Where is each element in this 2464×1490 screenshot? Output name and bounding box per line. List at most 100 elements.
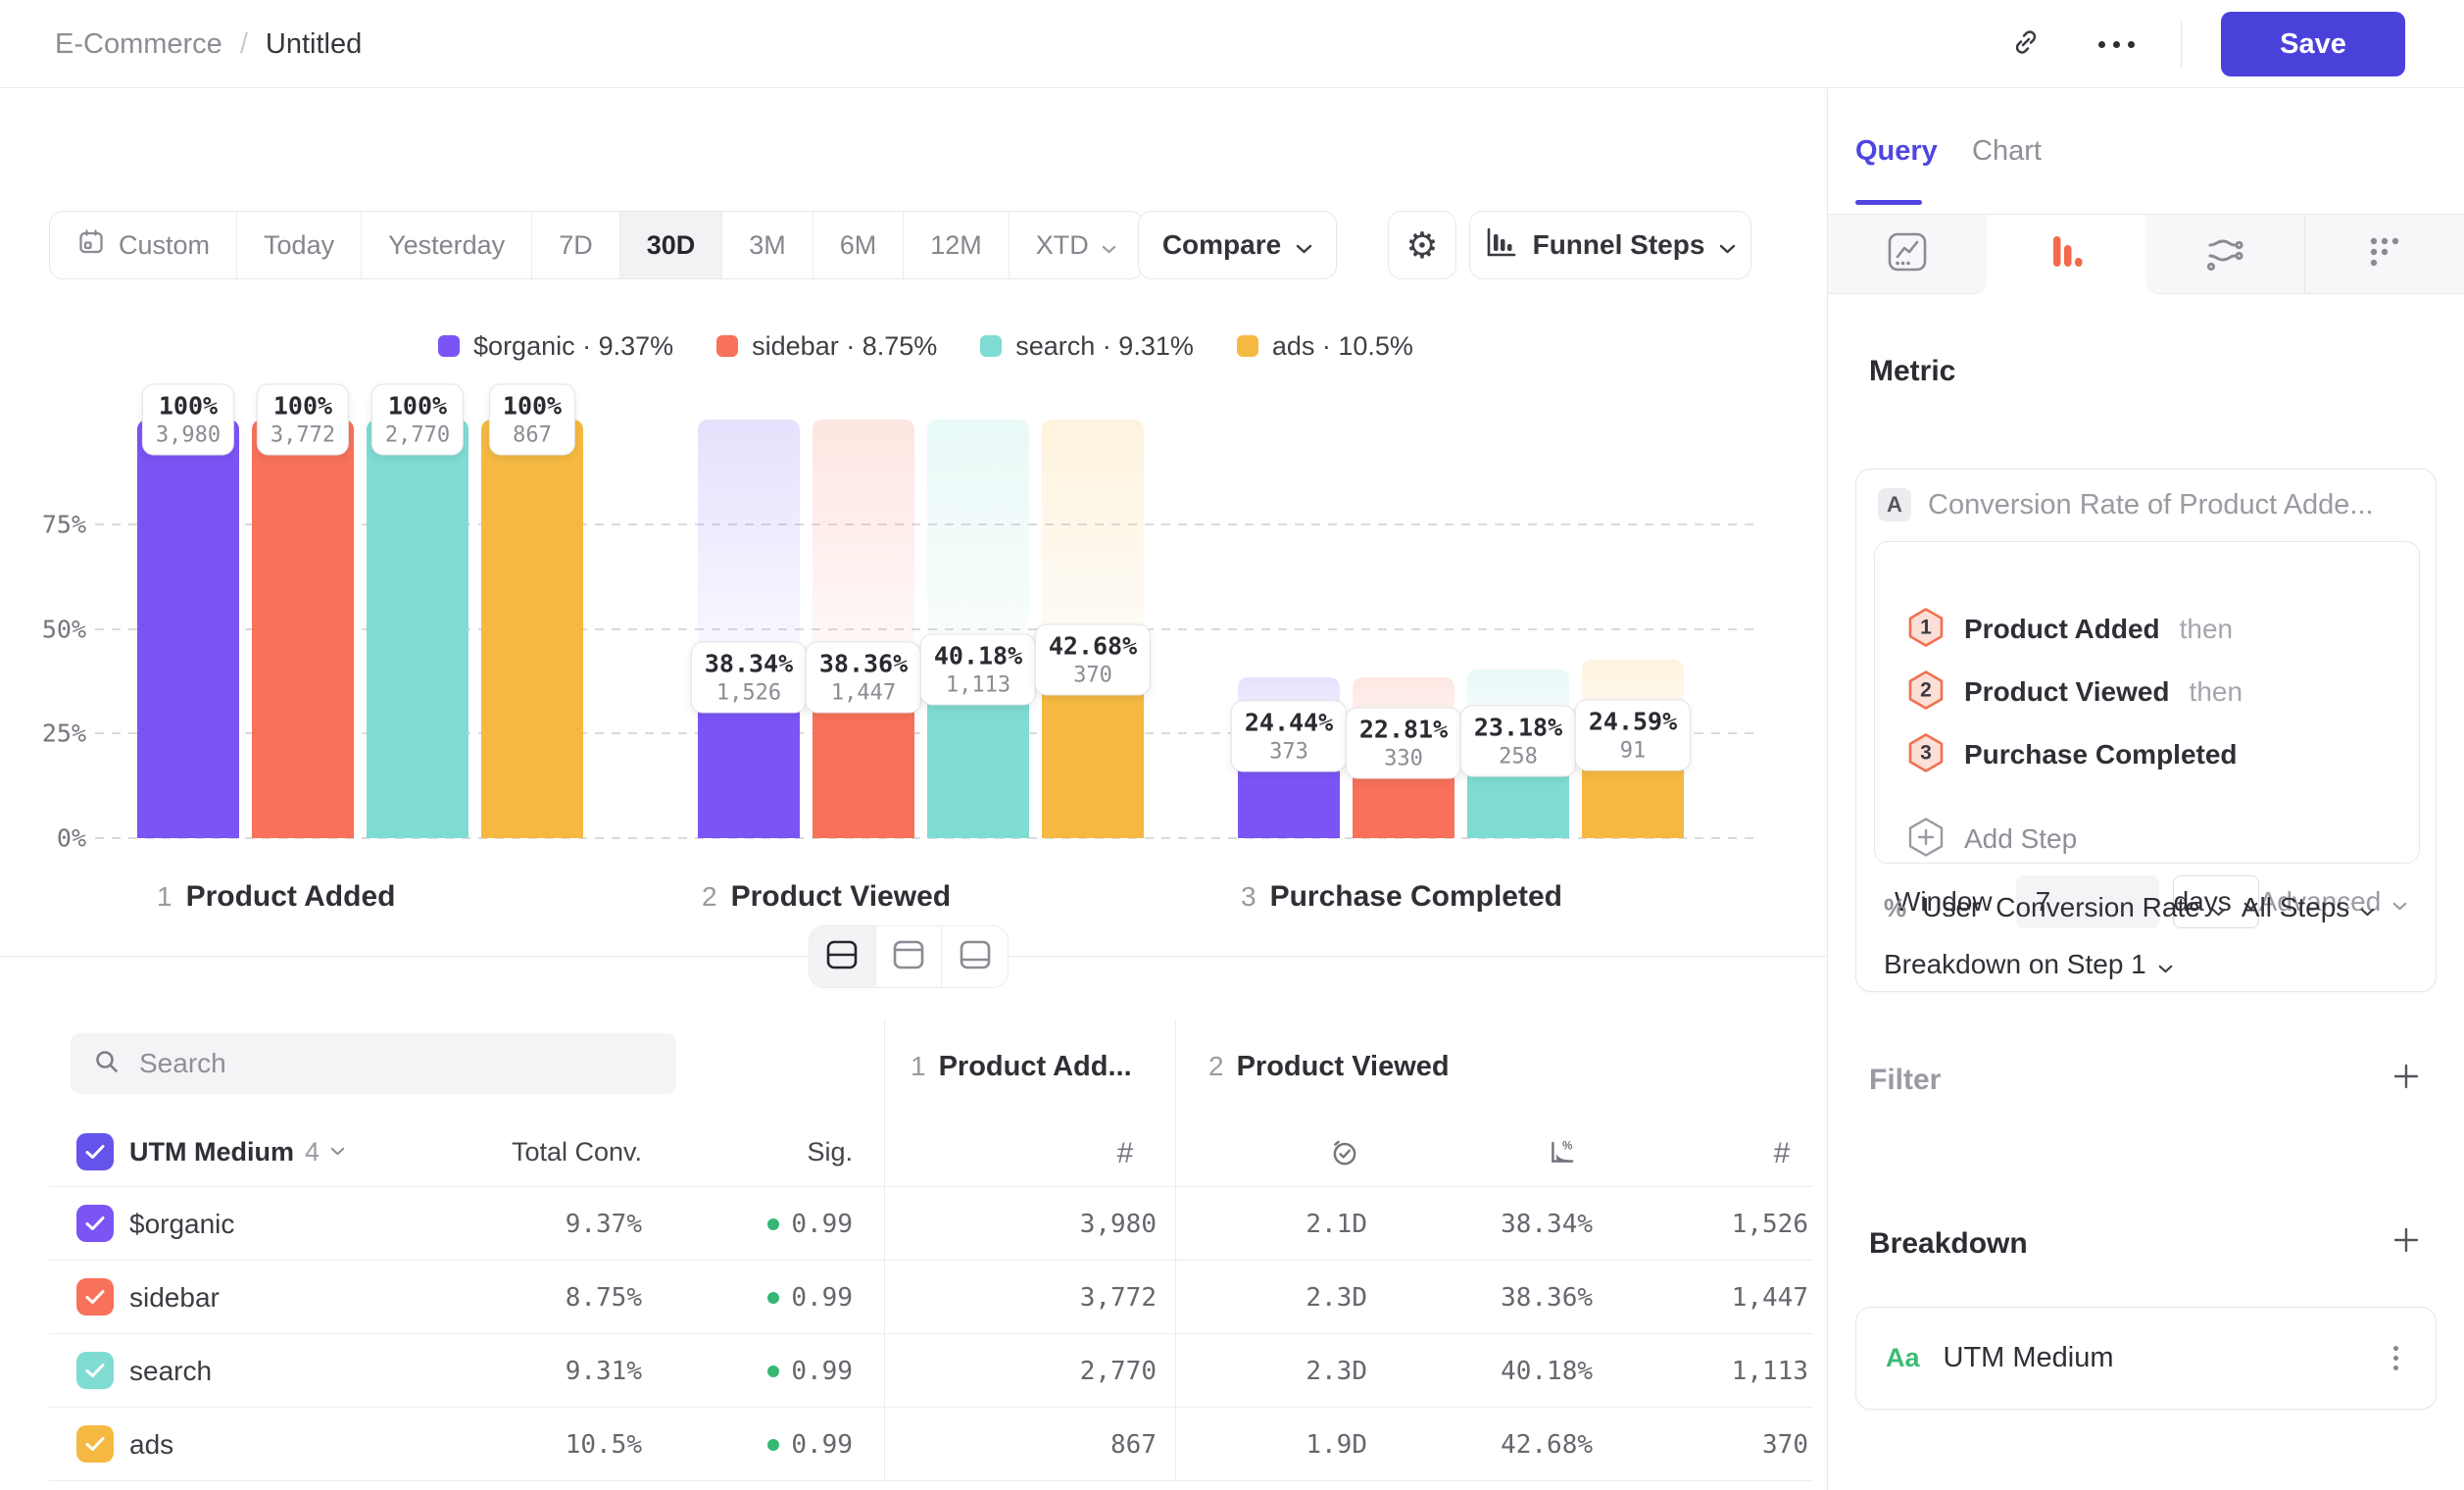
funnel-bar[interactable] bbox=[367, 420, 468, 838]
view-table-only-button[interactable] bbox=[941, 926, 1008, 987]
kebab-menu-icon[interactable] bbox=[2386, 1338, 2406, 1378]
date-range-label: Custom bbox=[119, 230, 210, 261]
row-checkbox[interactable] bbox=[76, 1352, 114, 1389]
row-step2-count: 1,526 bbox=[1617, 1187, 1808, 1261]
date-range-custom[interactable]: Custom bbox=[50, 212, 236, 278]
step-axis-label-2: 2Product Viewed bbox=[702, 880, 951, 914]
measure-metric-select[interactable]: Conversion Rate bbox=[1996, 892, 2226, 923]
funnel-bar[interactable] bbox=[481, 420, 583, 838]
metric-series-badge: A bbox=[1878, 488, 1911, 522]
bar-sidebar-step2: 38.36%1,447 bbox=[813, 368, 914, 838]
view-split-button[interactable] bbox=[810, 926, 875, 987]
sig-column-header[interactable]: Sig. bbox=[666, 1118, 853, 1186]
row-step1-count: 867 bbox=[941, 1408, 1157, 1481]
date-range-yesterday[interactable]: Yesterday bbox=[361, 212, 531, 278]
tab-retention-report[interactable] bbox=[2304, 215, 2464, 294]
report-type-tabs bbox=[1828, 214, 2464, 294]
compare-button[interactable]: Compare bbox=[1138, 211, 1337, 279]
date-range-xtd[interactable]: XTD bbox=[1009, 212, 1143, 278]
breakdown-column-header[interactable]: UTM Medium 4 bbox=[129, 1118, 345, 1186]
table-row-search[interactable]: search9.31%2,7702.3D40.18%1,1130.99 bbox=[49, 1334, 1813, 1408]
funnel-bars-icon bbox=[2044, 229, 2089, 279]
link-icon bbox=[2010, 26, 2042, 63]
breadcrumb-project[interactable]: E-Commerce bbox=[55, 28, 222, 61]
tab-flows-report[interactable] bbox=[2145, 215, 2304, 294]
breakdown-on-label: Breakdown on Step 1 bbox=[1884, 949, 2146, 980]
funnel-bar[interactable] bbox=[137, 420, 239, 838]
svg-text:1: 1 bbox=[1920, 616, 1932, 638]
view-chart-only-button[interactable] bbox=[875, 926, 942, 987]
metric-step-1[interactable]: 1Product Addedthen bbox=[1907, 608, 2233, 651]
tab-chart[interactable]: Chart bbox=[1972, 135, 2042, 168]
funnel-step-group-2: 38.34%1,52638.36%1,44740.18%1,11342.68%3… bbox=[698, 368, 1144, 838]
date-range-30d[interactable]: 30D bbox=[619, 212, 722, 278]
step-number: 3 bbox=[1241, 881, 1257, 913]
row-checkbox[interactable] bbox=[76, 1425, 114, 1463]
measure-scope-select[interactable]: All Steps bbox=[2242, 892, 2376, 923]
step-hexagon-badge: 2 bbox=[1907, 670, 1945, 716]
significance-value: 0.99 bbox=[791, 1357, 853, 1386]
more-options-button[interactable] bbox=[2091, 19, 2142, 70]
breakdown-item[interactable]: Aa UTM Medium bbox=[1856, 1308, 2436, 1409]
metric-step-2[interactable]: 2Product Viewedthen bbox=[1907, 670, 2242, 714]
step-then-label: then bbox=[2190, 676, 2243, 708]
bar-count: 91 bbox=[1589, 739, 1677, 764]
metric-title[interactable]: Conversion Rate of Product Adde... bbox=[1928, 488, 2374, 522]
metric-step-3[interactable]: 3Purchase Completed bbox=[1907, 733, 2238, 776]
bar-count: 373 bbox=[1245, 739, 1333, 764]
date-range-today[interactable]: Today bbox=[236, 212, 361, 278]
bar-count: 3,980 bbox=[156, 423, 221, 448]
significance-dot bbox=[767, 1218, 779, 1230]
date-range-6m[interactable]: 6M bbox=[813, 212, 904, 278]
table-row-sidebar[interactable]: sidebar8.75%3,7722.3D38.36%1,4470.99 bbox=[49, 1261, 1813, 1334]
legend-item-ads[interactable]: ads · 10.5% bbox=[1237, 331, 1413, 362]
legend-item-search[interactable]: search · 9.31% bbox=[980, 331, 1194, 362]
y-tick-label: 50% bbox=[0, 615, 86, 643]
table-row-organic[interactable]: $organic9.37%3,9802.1D38.34%1,5260.99 bbox=[49, 1187, 1813, 1261]
bar-sidebar-step3: 22.81%330 bbox=[1353, 368, 1454, 838]
flow-icon bbox=[2202, 229, 2247, 279]
date-range-7d[interactable]: 7D bbox=[531, 212, 619, 278]
row-step2-count: 370 bbox=[1617, 1408, 1808, 1481]
y-tick-label: 75% bbox=[0, 510, 86, 538]
row-checkbox[interactable] bbox=[76, 1278, 114, 1316]
bar-value-label: 42.68%370 bbox=[1035, 623, 1151, 695]
panel-left-border bbox=[1827, 88, 1828, 1490]
funnel-bar[interactable] bbox=[252, 420, 354, 838]
bar-sidebar-step1: 100%3,772 bbox=[252, 368, 354, 838]
previous-step-ghost-bar bbox=[927, 420, 1029, 670]
step-axis-label-1: 1Product Added bbox=[157, 880, 395, 914]
bar-conversion-pct: 22.81% bbox=[1359, 715, 1448, 743]
date-range-label: Yesterday bbox=[388, 230, 505, 261]
row-checkbox[interactable] bbox=[76, 1205, 114, 1242]
breadcrumb-report-title[interactable]: Untitled bbox=[266, 28, 362, 61]
step-hexagon-badge: 3 bbox=[1907, 732, 1945, 778]
top-header: E-Commerce / Untitled Save bbox=[0, 0, 2464, 88]
date-range-3m[interactable]: 3M bbox=[721, 212, 813, 278]
select-all-checkbox[interactable] bbox=[76, 1133, 114, 1170]
save-button[interactable]: Save bbox=[2221, 12, 2405, 76]
total-conv-column-header[interactable]: Total Conv. bbox=[421, 1118, 642, 1186]
tab-query[interactable]: Query bbox=[1855, 135, 1938, 168]
bar-count: 258 bbox=[1474, 745, 1562, 770]
row-name: search bbox=[129, 1334, 212, 1408]
row-step1-count: 3,980 bbox=[941, 1187, 1157, 1261]
add-step-button[interactable]: Add Step bbox=[1907, 818, 2077, 861]
bottom-panel-view-icon bbox=[958, 939, 993, 975]
breakdown-on-step-select[interactable]: Breakdown on Step 1 bbox=[1884, 943, 2173, 986]
chart-type-selector-button[interactable]: Funnel Steps bbox=[1469, 211, 1751, 279]
legend-item-sidebar[interactable]: sidebar · 8.75% bbox=[716, 331, 937, 362]
search-input[interactable] bbox=[139, 1048, 655, 1079]
dot-grid-icon bbox=[2362, 229, 2407, 279]
tab-funnels-report[interactable] bbox=[1987, 215, 2145, 294]
table-row-ads[interactable]: ads10.5%8671.9D42.68%3700.99 bbox=[49, 1408, 1813, 1481]
header-divider bbox=[2181, 22, 2182, 67]
copy-link-button[interactable] bbox=[2000, 19, 2051, 70]
date-range-12m[interactable]: 12M bbox=[903, 212, 1009, 278]
tab-insights-report[interactable] bbox=[1828, 215, 1987, 294]
chart-settings-button[interactable]: ⚙ bbox=[1388, 211, 1456, 279]
add-breakdown-button[interactable] bbox=[2385, 1220, 2428, 1264]
legend-item-organic[interactable]: $organic · 9.37% bbox=[438, 331, 673, 362]
add-filter-button[interactable] bbox=[2385, 1057, 2428, 1100]
add-step-hexagon-icon bbox=[1907, 817, 1945, 863]
